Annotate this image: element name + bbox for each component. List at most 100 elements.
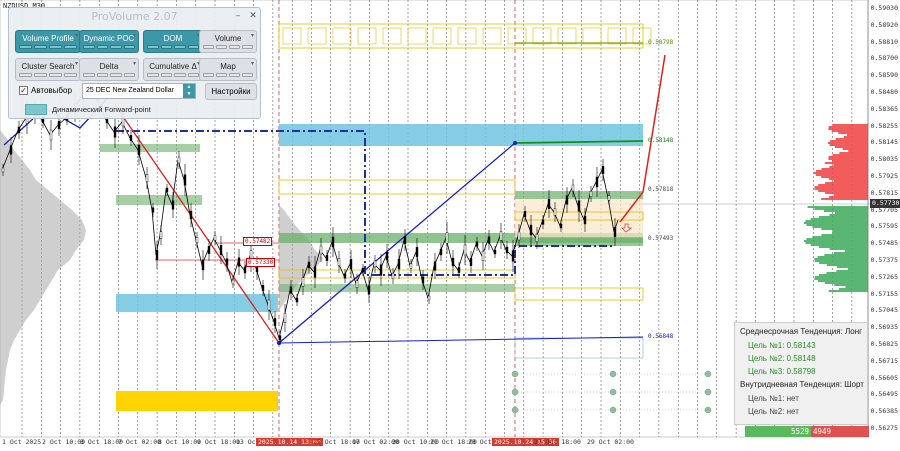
map-button[interactable]: Map ▾ — [199, 58, 257, 81]
candle — [451, 257, 455, 267]
dom-bid-bar — [826, 272, 868, 274]
volume-profile-button[interactable]: Volume Profile ▾ — [15, 30, 81, 53]
chevron-down-icon[interactable]: ▾ — [75, 61, 78, 67]
dom-bid-bar — [814, 278, 868, 280]
dom-bid-bar — [821, 234, 868, 236]
intraday-target-1: Цель №1: нет — [748, 394, 799, 403]
candle — [343, 273, 347, 279]
dom-ask-bar — [829, 178, 868, 180]
delta-button[interactable]: Delta ▾ — [79, 58, 139, 81]
close-icon[interactable]: ✕ — [248, 11, 258, 21]
chevron-down-icon[interactable]: ▾ — [75, 33, 78, 39]
dom-ask-bar — [815, 170, 868, 172]
candle — [159, 231, 163, 239]
candle — [195, 237, 199, 243]
price-tick: 0.58590 — [870, 71, 898, 80]
dom-ask-bar — [834, 146, 868, 148]
auto-select-checkbox[interactable]: ✓ — [19, 86, 28, 95]
chart-window[interactable]: NZDUSD,M30 0.59030 0.58920 0.58810 0.58700 0… — [0, 0, 900, 451]
dom-ask-bar — [821, 176, 868, 178]
candle — [219, 245, 223, 255]
dom-bid-bar — [817, 280, 868, 282]
dom-ask-bar — [818, 190, 868, 192]
dom-ask-bar — [835, 138, 868, 140]
candle — [439, 248, 443, 256]
candle — [487, 236, 491, 244]
dom-bid-bar — [818, 274, 868, 276]
dom-bid-bar — [804, 222, 868, 224]
connector-node — [704, 370, 712, 378]
price-tick: 0.56495 — [870, 390, 898, 399]
candle — [165, 187, 169, 193]
connector-node — [511, 388, 519, 396]
forward-point-color-swatch[interactable] — [25, 104, 47, 115]
candle — [373, 260, 377, 268]
dom-ask-bar — [829, 144, 868, 146]
candle — [445, 232, 449, 244]
dom-ask-bar — [828, 126, 868, 128]
settings-button[interactable]: Настройки — [205, 83, 257, 100]
dom-bid-bar — [826, 264, 868, 266]
poc-zone — [116, 294, 278, 312]
candle — [183, 174, 187, 186]
volume-button[interactable]: Volume ▾ — [199, 30, 257, 53]
dom-ask-bar — [825, 182, 868, 184]
instrument-select[interactable]: 25 DEC New Zealand Dollar ▲ ▼ — [82, 83, 196, 99]
candle — [151, 207, 155, 213]
time-tick: 7 Oct 02:00 — [118, 438, 162, 446]
chevron-down-icon[interactable]: ▾ — [133, 33, 136, 39]
dynamic-poc-button[interactable]: Dynamic POC ▾ — [79, 30, 139, 53]
price-tick: 0.58035 — [870, 155, 898, 164]
level-label-0-57493: 0.57493 — [648, 235, 674, 242]
level-label-0-57818: 0.57818 — [648, 186, 674, 193]
provolume-panel[interactable]: ProVolume 2.07 – ✕ Volume Profile ▾ Dynami… — [8, 7, 261, 119]
candle — [283, 313, 287, 323]
level-label-0-56848: 0.56848 — [648, 333, 674, 340]
price-tick: 0.56385 — [870, 407, 898, 416]
dom-bid-bar — [812, 226, 868, 228]
dom-bid-bar — [844, 250, 868, 252]
candle — [517, 231, 521, 241]
time-tick: 2 Oct 10:00 — [42, 438, 86, 446]
candle — [409, 263, 413, 269]
dom-ask-bar — [814, 172, 868, 174]
dom-bid-bar — [835, 212, 868, 214]
time-tick: 8 Oct 10:00 — [158, 438, 202, 446]
dom-button[interactable]: DOM▾ — [143, 30, 203, 53]
minimize-icon[interactable]: – — [233, 11, 243, 21]
spinner-arrows-icon[interactable]: ▲ ▼ — [183, 84, 195, 98]
candle — [261, 285, 265, 291]
candle — [177, 156, 181, 164]
dom-bid-bar — [810, 244, 868, 246]
level-label-0-57482: 0.57482 — [243, 237, 273, 246]
candle — [331, 236, 335, 248]
auto-select-row[interactable]: ✓ Автовыбор — [19, 86, 72, 95]
auto-select-label: Автовыбор — [31, 86, 72, 95]
price-tick: 0.56275 — [870, 424, 898, 432]
candle — [499, 231, 503, 241]
price-tick: 0.56715 — [870, 356, 898, 365]
dom-ask-bar — [832, 154, 868, 156]
price-tick: 0.56935 — [870, 323, 898, 332]
candle — [17, 126, 21, 134]
candle — [427, 295, 431, 301]
candle — [589, 191, 593, 197]
candle — [201, 259, 205, 271]
candle — [559, 223, 563, 229]
chevron-down-icon[interactable]: ▾ — [251, 33, 254, 39]
chevron-down-icon[interactable]: ▾ — [133, 61, 136, 67]
dom-bid-bar — [814, 260, 868, 262]
cumulative-delta-button[interactable]: Cumulative Δ▾ — [143, 58, 203, 81]
dom-bid-bar — [806, 224, 868, 226]
connector-node — [609, 370, 617, 378]
connector-node — [704, 406, 712, 414]
dom-bid-bar — [817, 256, 868, 258]
chevron-down-icon[interactable]: ▾ — [251, 61, 254, 67]
dom-ask-bar — [833, 180, 868, 182]
dom-ask-bar — [828, 158, 868, 160]
button-label: DOM — [163, 34, 183, 43]
price-tick: 0.58700 — [870, 54, 898, 63]
cluster-search-button[interactable]: Cluster Search ▾ — [15, 58, 81, 81]
candle — [553, 208, 557, 216]
candle — [355, 280, 359, 288]
